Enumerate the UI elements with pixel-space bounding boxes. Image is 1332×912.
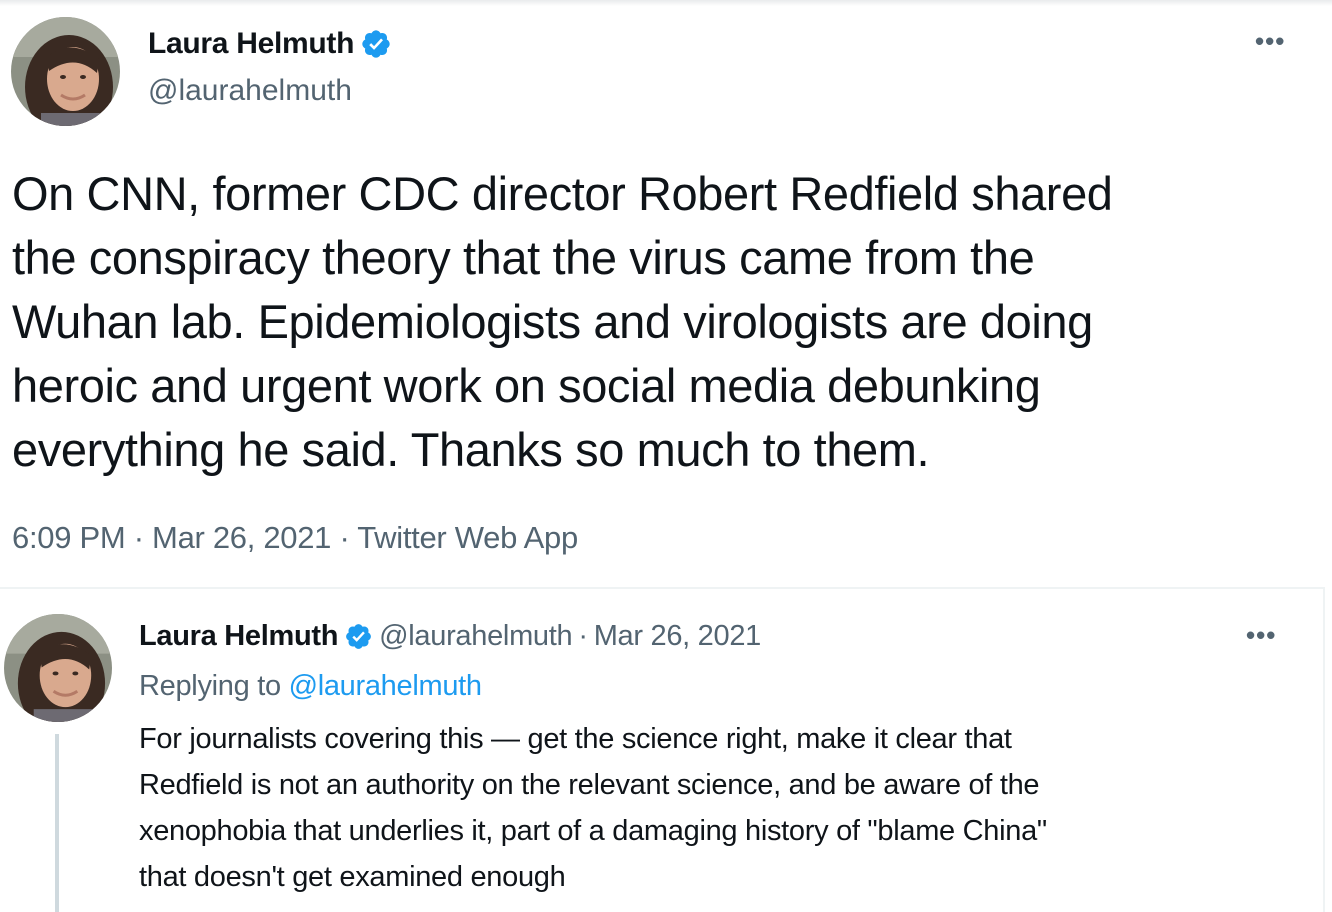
tweet-text: On CNN, former CDC director Robert Redfi… xyxy=(12,167,1113,476)
tweet-source[interactable]: Twitter Web App xyxy=(357,520,578,555)
replying-prefix: Replying to xyxy=(139,670,281,702)
reply-author-handle[interactable]: @laurahelmuth xyxy=(379,620,573,653)
avatar-photo xyxy=(11,17,120,126)
replying-mention-link[interactable]: @laurahelmuth xyxy=(289,670,483,702)
verified-badge-icon xyxy=(346,624,372,649)
avatar-photo xyxy=(4,614,112,722)
reply-text: For journalists covering this — get the … xyxy=(139,723,1047,893)
reply-avatar[interactable] xyxy=(4,614,112,722)
avatar[interactable] xyxy=(11,17,120,126)
tweet-time[interactable]: 6:09 PM xyxy=(12,520,126,555)
thread-line xyxy=(55,734,59,912)
meta-separator: · xyxy=(339,520,350,555)
author-name-row[interactable]: Laura Helmuth xyxy=(148,27,392,61)
replying-to: Replying to @laurahelmuth xyxy=(139,670,482,703)
tweet-meta: 6:09 PM · Mar 26, 2021 · Twitter Web App xyxy=(12,520,578,556)
header-separator: · xyxy=(578,620,588,652)
reply-date[interactable]: Mar 26, 2021 xyxy=(594,620,762,653)
divider xyxy=(0,587,1325,589)
tweet-date[interactable]: Mar 26, 2021 xyxy=(152,520,331,555)
top-border xyxy=(0,0,1332,6)
more-options-icon[interactable]: ••• xyxy=(1255,28,1285,54)
reply-header: Laura Helmuth @laurahelmuth · Mar 26, 20… xyxy=(139,620,761,653)
verified-badge-icon xyxy=(362,30,390,58)
meta-separator: · xyxy=(133,520,144,555)
reply-author-name[interactable]: Laura Helmuth xyxy=(139,620,338,653)
author-name[interactable]: Laura Helmuth xyxy=(148,27,354,61)
reply-more-options-icon[interactable]: ••• xyxy=(1246,622,1276,648)
author-handle[interactable]: @laurahelmuth xyxy=(148,74,352,108)
column-border xyxy=(1323,587,1325,912)
